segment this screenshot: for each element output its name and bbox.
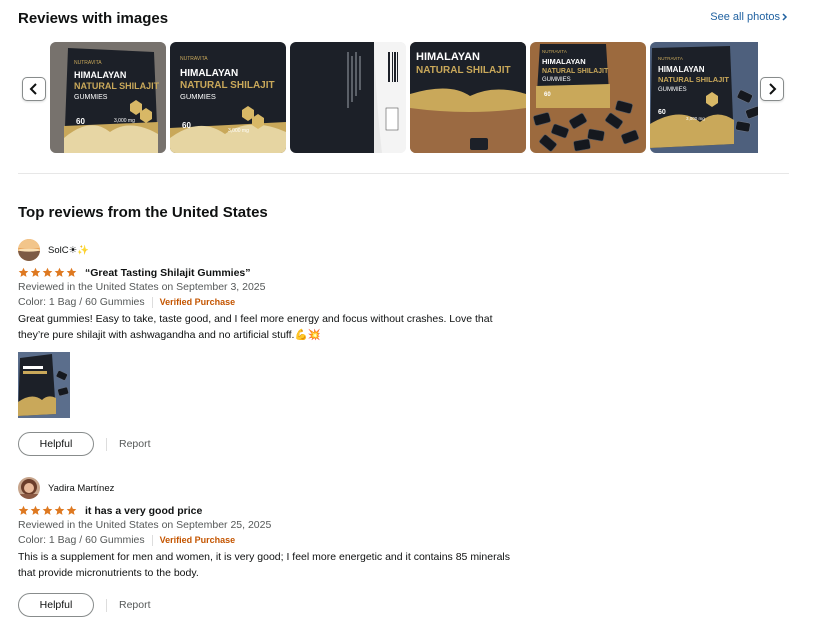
star-icon (66, 267, 77, 277)
review-author-row: SolC☀✨ (18, 239, 538, 261)
thumb-line2: NATURAL SHILAJIT (658, 75, 729, 84)
carousel-prev-button[interactable] (22, 77, 46, 101)
reviewer-name[interactable]: Yadira Martínez (48, 483, 114, 494)
thumb-line2: NATURAL SHILAJIT (416, 65, 511, 76)
separator (106, 598, 107, 612)
review-title-row: it has a very good price (18, 503, 538, 518)
review-variant[interactable]: Color: 1 Bag / 60 Gummies (18, 295, 145, 310)
thumb-line2: NATURAL SHILAJIT (542, 68, 609, 75)
review-variant-row: Color: 1 Bag / 60 Gummies Verified Purch… (18, 295, 538, 310)
review-image-thumbnail[interactable]: HIMALAYAN NATURAL SHILAJIT (410, 42, 526, 153)
star-icon (18, 267, 29, 277)
review-image-thumbnail[interactable]: NUTRAVITA HIMALAYAN NATURAL SHILAJIT GUM… (170, 42, 286, 153)
section-divider (18, 173, 789, 174)
thumb-brand: NUTRAVITA (542, 49, 567, 54)
carousel-next-button[interactable] (760, 77, 784, 101)
helpful-button[interactable]: Helpful (18, 593, 94, 617)
review-image-thumbnail[interactable]: NUTRAVITA HIMALAYAN NATURAL SHILAJIT GUM… (530, 42, 646, 153)
review-images-carousel: NUTRAVITA HIMALAYAN NATURAL SHILAJIT GUM… (50, 42, 758, 153)
star-icon (30, 267, 41, 277)
thumb-count: 60 (76, 117, 85, 126)
star-icon (42, 267, 53, 277)
thumb-line2: NATURAL SHILAJIT (74, 81, 160, 91)
thumb-brand: NUTRAVITA (180, 56, 208, 62)
helpful-button[interactable]: Helpful (18, 432, 94, 456)
review-author-row: Yadira Martínez (18, 477, 538, 499)
thumb-line3: GUMMIES (74, 94, 108, 101)
thumb-brand: NUTRAVITA (658, 56, 683, 61)
thumb-line1: HIMALAYAN (74, 70, 126, 80)
see-all-photos-label: See all photos (710, 11, 780, 23)
verified-purchase-badge: Verified Purchase (159, 297, 236, 307)
star-icon (54, 267, 65, 277)
reviews-with-images-heading: Reviews with images (18, 10, 169, 27)
star-icon (66, 505, 77, 515)
separator (106, 437, 107, 451)
review-title[interactable]: it has a very good price (85, 505, 202, 517)
top-reviews-heading: Top reviews from the United States (18, 204, 268, 221)
thumb-line1: HIMALAYAN (542, 57, 586, 66)
review-date: Reviewed in the United States on Septemb… (18, 281, 266, 293)
review-image-thumbnail[interactable]: NUTRAVITA HIMALAYAN NATURAL SHILAJIT GUM… (650, 42, 758, 153)
chevron-right-icon (782, 13, 788, 21)
review-date: Reviewed in the United States on Septemb… (18, 519, 272, 531)
review-attached-image[interactable] (18, 352, 70, 418)
thumb-dose: 3,000 mg (114, 118, 135, 124)
thumb-line1: HIMALAYAN (658, 65, 705, 74)
thumb-line1: HIMALAYAN (416, 51, 480, 63)
review-variant-row: Color: 1 Bag / 60 Gummies Verified Purch… (18, 533, 538, 548)
see-all-photos-link[interactable]: See all photos (710, 11, 788, 23)
thumb-count: 60 (658, 109, 666, 116)
chevron-left-icon (29, 83, 37, 95)
review-actions: Helpful Report (18, 593, 538, 617)
avatar[interactable] (18, 239, 40, 261)
review-image-thumbnail[interactable]: NUTRAVITA HIMALAYAN NATURAL SHILAJIT GUM… (50, 42, 166, 153)
thumb-count: 60 (182, 121, 191, 130)
thumb-dose: 3,000 mg (228, 128, 249, 134)
star-icon (54, 505, 65, 515)
review-body: Great gummies! Easy to take, taste good,… (18, 313, 493, 341)
star-icon (42, 505, 53, 515)
star-rating[interactable] (18, 505, 77, 516)
review-item: Yadira Martínez it has a very good price… (18, 477, 538, 617)
review-image-thumbnail[interactable] (290, 42, 406, 153)
thumb-line3: GUMMIES (180, 92, 216, 101)
star-icon (18, 505, 29, 515)
review-variant[interactable]: Color: 1 Bag / 60 Gummies (18, 533, 145, 548)
separator (151, 535, 153, 546)
thumb-line3: GUMMIES (658, 87, 687, 93)
report-link[interactable]: Report (119, 599, 151, 611)
thumb-line2: NATURAL SHILAJIT (180, 80, 275, 91)
thumb-count: 60 (544, 92, 551, 98)
review-item: SolC☀✨ “Great Tasting Shilajit Gummies” … (18, 239, 538, 456)
thumb-brand: NUTRAVITA (74, 60, 102, 66)
thumb-line3: GUMMIES (542, 77, 571, 83)
avatar[interactable] (18, 477, 40, 499)
chevron-right-icon (769, 83, 777, 95)
separator (151, 297, 153, 308)
review-title[interactable]: “Great Tasting Shilajit Gummies” (85, 267, 251, 279)
star-rating[interactable] (18, 267, 77, 278)
review-body: This is a supplement for men and women, … (18, 551, 510, 579)
review-title-row: “Great Tasting Shilajit Gummies” (18, 265, 538, 280)
thumb-dose: 3,000 mg (686, 116, 705, 121)
star-icon (30, 505, 41, 515)
thumb-line1: HIMALAYAN (180, 68, 238, 79)
reviewer-name[interactable]: SolC☀✨ (48, 245, 89, 256)
verified-purchase-badge: Verified Purchase (159, 535, 236, 545)
review-actions: Helpful Report (18, 432, 538, 456)
report-link[interactable]: Report (119, 438, 151, 450)
